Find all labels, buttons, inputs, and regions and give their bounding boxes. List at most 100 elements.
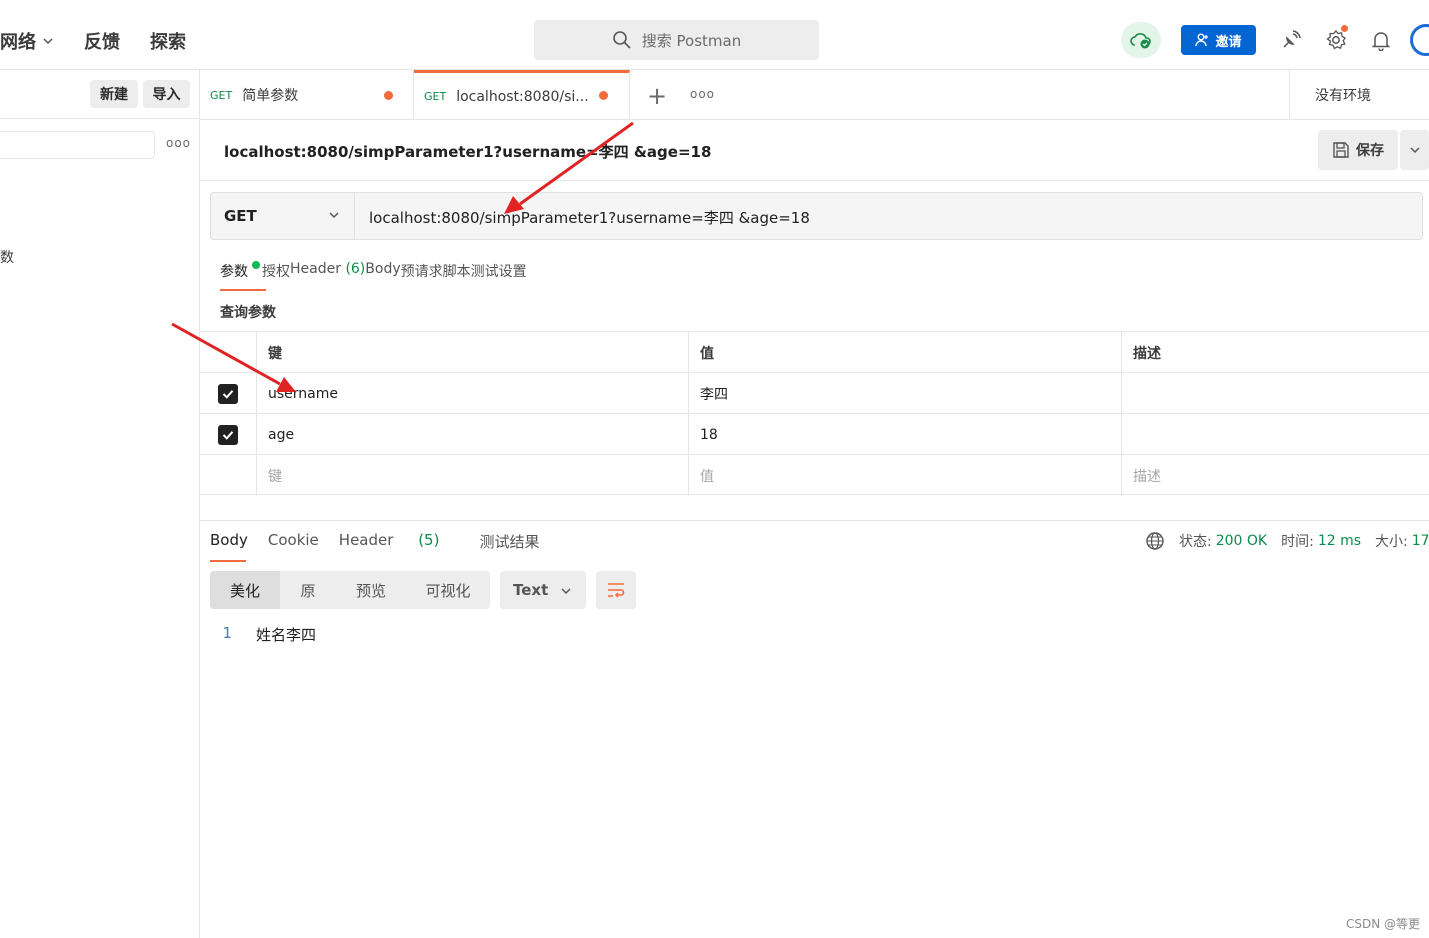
import-button[interactable]: 导入 xyxy=(143,80,190,108)
response-tab-cookie[interactable]: Cookie xyxy=(268,531,319,552)
more-options-icon[interactable]: ooo xyxy=(166,136,191,150)
tab-simple-params[interactable]: GET 简单参数 xyxy=(200,70,414,120)
settings-icon[interactable] xyxy=(1323,25,1349,53)
tab-label: localhost:8080/si... xyxy=(456,88,589,105)
view-raw-button[interactable]: 原 xyxy=(280,571,336,609)
new-button[interactable]: 新建 xyxy=(90,80,138,108)
tab-tests[interactable]: 测试 xyxy=(471,261,499,281)
sidebar-item-truncated[interactable]: 数 xyxy=(0,247,14,267)
view-visualize-button[interactable]: 可视化 xyxy=(406,571,490,609)
response-headers-count: (5) xyxy=(418,531,440,549)
chevron-down-icon xyxy=(329,212,339,219)
more-tabs-icon[interactable]: ooo xyxy=(690,87,715,101)
request-subtabs: 参数 授权 Header (6) Body 预请求脚本 测试 设置 xyxy=(220,261,527,291)
response-line: 姓名李四 xyxy=(256,626,317,644)
tab-params[interactable]: 参数 xyxy=(220,261,266,291)
unsaved-indicator xyxy=(384,91,393,100)
tab-method: GET xyxy=(210,88,233,102)
column-header-key: 键 xyxy=(256,332,688,373)
tab-prerequest[interactable]: 预请求脚本 xyxy=(401,261,471,281)
tab-headers-label: Header xyxy=(290,261,341,277)
param-description-cell[interactable] xyxy=(1121,414,1429,455)
avatar[interactable] xyxy=(1410,24,1429,56)
param-key-cell[interactable]: username xyxy=(256,373,688,414)
response-tab-tests[interactable]: 测试结果 xyxy=(479,531,539,552)
response-tab-headers-label: Header xyxy=(338,531,394,549)
new-description-input[interactable]: 描述 xyxy=(1121,455,1429,496)
check-icon xyxy=(222,430,234,440)
header-checkbox-cell xyxy=(200,332,256,373)
response-tab-body[interactable]: Body xyxy=(210,531,248,562)
param-value-cell[interactable]: 18 xyxy=(688,414,1121,455)
column-header-description: 描述 xyxy=(1121,332,1429,373)
save-label: 保存 xyxy=(1356,143,1384,159)
sidebar-filter-input[interactable] xyxy=(0,131,155,159)
add-tab-icon[interactable]: + xyxy=(647,82,667,110)
format-select[interactable]: Text xyxy=(500,571,586,609)
chevron-down-icon xyxy=(561,588,571,595)
response-divider xyxy=(200,520,1429,521)
bell-icon[interactable] xyxy=(1368,27,1394,53)
satellite-icon[interactable] xyxy=(1278,27,1304,53)
line-number: 1 xyxy=(222,624,232,642)
format-label: Text xyxy=(513,581,549,599)
status-value[interactable]: 200 OK xyxy=(1216,533,1267,549)
column-header-value: 值 xyxy=(688,332,1121,373)
tab-label: 简单参数 xyxy=(242,88,299,104)
url-input[interactable]: localhost:8080/simpParameter1?username=李… xyxy=(369,207,810,228)
row-checkbox-cell xyxy=(200,455,256,496)
environment-selector[interactable]: 没有环境 xyxy=(1289,70,1429,120)
tab-headers[interactable]: Header (6) xyxy=(290,261,365,281)
save-dropdown-button[interactable] xyxy=(1400,130,1429,170)
param-key-cell[interactable]: age xyxy=(256,414,688,455)
row-checkbox-cell xyxy=(200,414,256,455)
time-value[interactable]: 12 ms xyxy=(1318,533,1361,549)
tab-settings[interactable]: 设置 xyxy=(499,261,527,281)
wrap-lines-button[interactable] xyxy=(596,571,636,609)
invite-label: 邀请 xyxy=(1215,34,1242,50)
param-value-cell[interactable]: 李四 xyxy=(688,373,1121,414)
search-input[interactable]: 搜索 Postman xyxy=(534,20,819,60)
size-value[interactable]: 177 xyxy=(1412,533,1429,549)
query-params-heading: 查询参数 xyxy=(220,305,276,321)
view-mode-selector: 美化 原 预览 可视化 xyxy=(210,571,490,609)
request-title[interactable]: localhost:8080/simpParameter1?username=李… xyxy=(224,141,711,162)
tab-auth[interactable]: 授权 xyxy=(262,261,290,281)
check-icon xyxy=(222,389,234,399)
table-row-new: 键 值 描述 xyxy=(200,454,1429,496)
param-description-cell[interactable] xyxy=(1121,373,1429,414)
tab-localhost[interactable]: GET localhost:8080/si... xyxy=(414,70,630,120)
method-select[interactable]: GET xyxy=(211,193,355,239)
invite-button[interactable]: 邀请 xyxy=(1181,25,1256,55)
view-pretty-button[interactable]: 美化 xyxy=(210,571,280,609)
new-key-input[interactable]: 键 xyxy=(256,455,688,496)
status-label: 状态: xyxy=(1179,534,1212,550)
sync-status-button[interactable] xyxy=(1121,22,1161,58)
sidebar-divider xyxy=(0,118,200,119)
response-tab-headers[interactable]: Header (5) xyxy=(339,531,460,552)
url-bar: GET localhost:8080/simpParameter1?userna… xyxy=(210,192,1423,240)
nav-explore[interactable]: 探索 xyxy=(150,28,186,54)
headers-count: (6) xyxy=(345,261,366,277)
globe-icon[interactable] xyxy=(1145,531,1165,551)
divider xyxy=(200,180,1429,181)
checkbox[interactable] xyxy=(218,424,238,445)
request-tabs: GET 简单参数 GET localhost:8080/si... + ooo … xyxy=(200,70,1429,120)
unsaved-indicator xyxy=(599,91,608,100)
response-tabs: Body Cookie Header (5) 测试结果 xyxy=(210,531,559,562)
nav-feedback[interactable]: 反馈 xyxy=(84,28,120,54)
search-icon xyxy=(612,31,631,49)
table-row: age 18 xyxy=(200,413,1429,455)
tab-body[interactable]: Body xyxy=(365,261,400,281)
search-placeholder: 搜索 Postman xyxy=(641,31,742,50)
nav-network[interactable]: 网络 xyxy=(0,28,54,54)
sidebar: 新建 导入 ooo 数 xyxy=(0,70,200,938)
checkbox[interactable] xyxy=(218,383,238,404)
tab-method: GET xyxy=(424,90,447,103)
save-button[interactable]: 保存 xyxy=(1318,130,1398,170)
chevron-down-icon xyxy=(43,38,53,45)
view-preview-button[interactable]: 预览 xyxy=(336,571,406,609)
new-value-input[interactable]: 值 xyxy=(688,455,1121,496)
time-label: 时间: xyxy=(1281,534,1314,550)
chevron-down-icon xyxy=(1409,147,1420,154)
